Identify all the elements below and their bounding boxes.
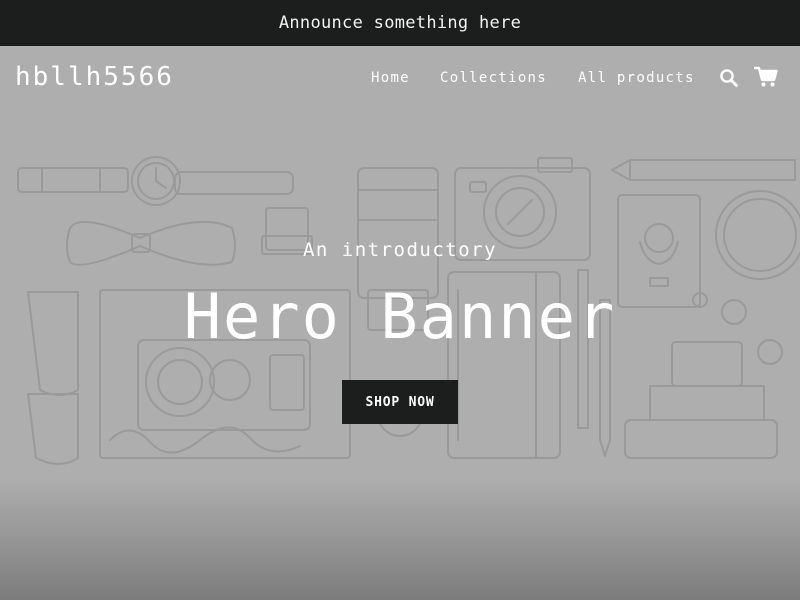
hero-subheading: An introductory (302, 239, 498, 261)
announcement-bar: Announce something here (0, 0, 800, 46)
hero-content: An introductory Hero Banner SHOP NOW (0, 46, 800, 600)
hero-heading: Hero Banner (183, 280, 617, 353)
shop-now-button[interactable]: SHOP NOW (342, 380, 458, 424)
announcement-text: Announce something here (278, 13, 522, 33)
